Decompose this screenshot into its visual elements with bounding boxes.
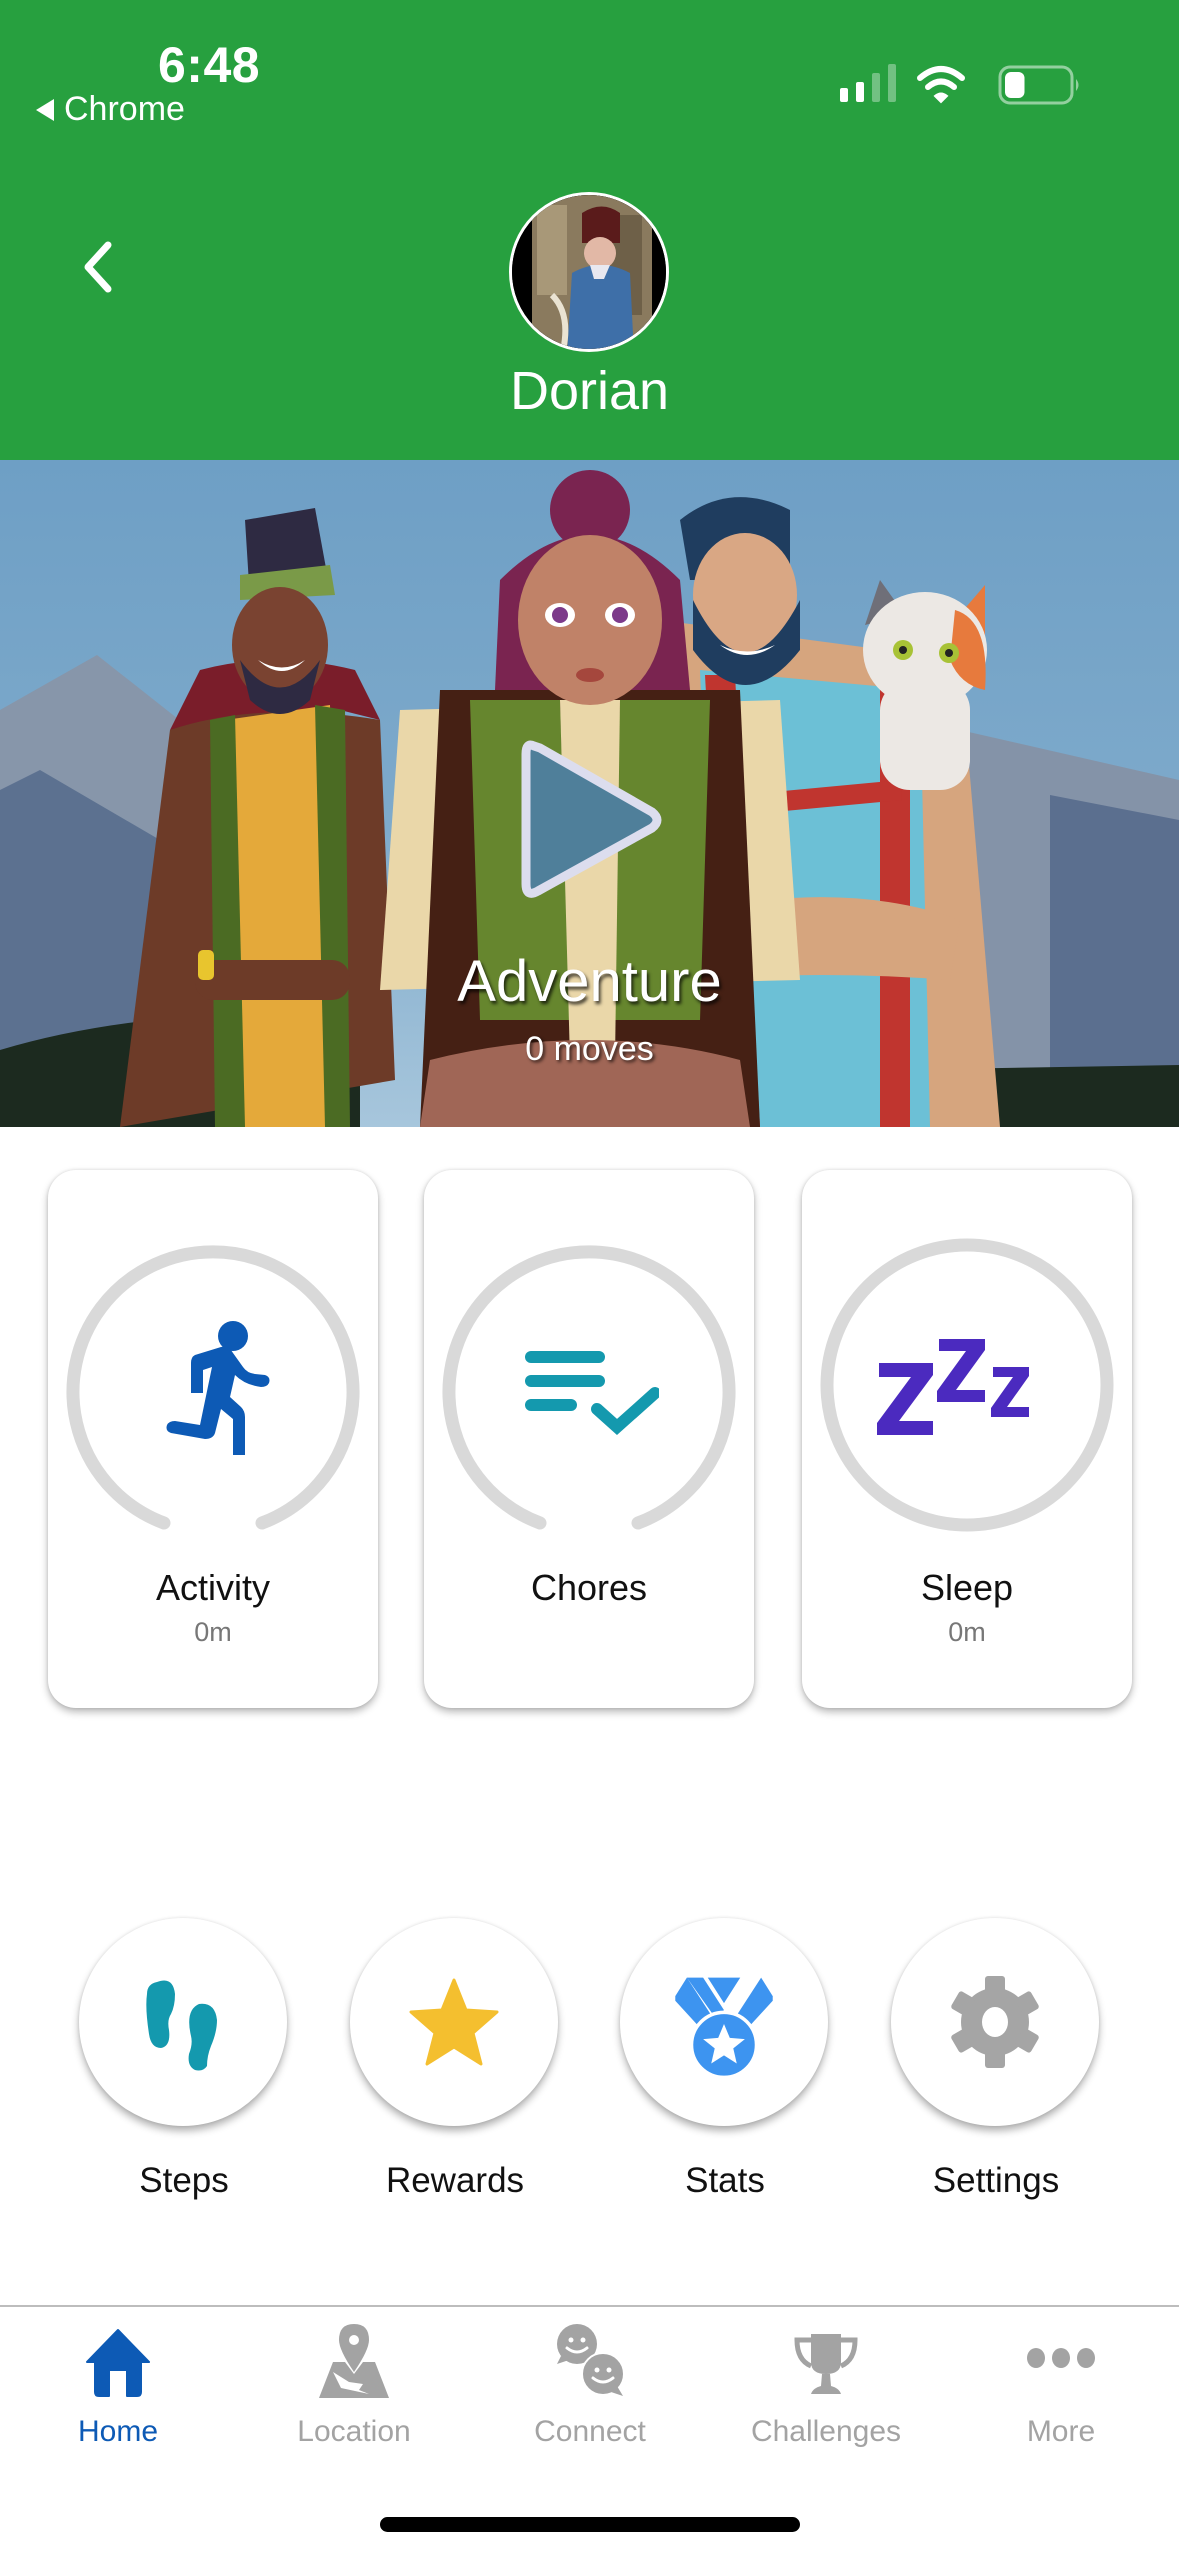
chores-card[interactable]: Chores [424, 1170, 754, 1708]
avatar[interactable] [509, 192, 669, 352]
activity-value: 0m [194, 1617, 232, 1647]
steps-label: Steps [139, 2161, 229, 2200]
tab-more[interactable]: More [943, 2312, 1179, 2462]
activity-label: Activity [155, 1567, 270, 1608]
back-app-label: Chrome [64, 90, 185, 128]
running-person-icon [166, 1321, 270, 1455]
tab-home-label: Home [77, 2415, 159, 2448]
back-triangle-icon [36, 98, 54, 121]
avatar-photo [512, 195, 666, 349]
stats-label: Stats [685, 2161, 765, 2200]
tab-connect[interactable]: Connect [472, 2312, 708, 2462]
activity-card[interactable]: Activity 0m [48, 1170, 378, 1708]
tab-location-label: Location [297, 2415, 411, 2448]
rewards-label: Rewards [385, 2161, 525, 2200]
checklist-icon [525, 1351, 659, 1436]
sleep-value: 0m [948, 1617, 986, 1647]
signal-icon [840, 64, 896, 102]
star-icon [409, 1978, 499, 2066]
adventure-title: Adventure [457, 949, 722, 1014]
chat-faces-icon [557, 2324, 625, 2396]
home-indicator[interactable] [380, 2517, 800, 2532]
trophy-icon [794, 2334, 858, 2394]
steps-button[interactable]: Steps [79, 1918, 289, 2208]
zzz-icon [877, 1339, 1029, 1435]
tab-bar-divider [0, 2305, 1179, 2307]
child-name: Dorian [509, 361, 670, 421]
tab-challenges[interactable]: Challenges [708, 2312, 944, 2462]
tab-home[interactable]: Home [0, 2312, 236, 2462]
sleep-card[interactable]: Sleep 0m [802, 1170, 1132, 1708]
tab-connect-label: Connect [534, 2415, 646, 2448]
tab-challenges-label: Challenges [750, 2415, 902, 2448]
wifi-icon [917, 66, 965, 104]
play-icon[interactable] [516, 732, 666, 907]
battery-icon [998, 65, 1079, 105]
status-icons [840, 64, 1079, 105]
home-icon [86, 2329, 150, 2397]
settings-button[interactable]: Settings [891, 1918, 1101, 2208]
gear-icon [951, 1976, 1039, 2068]
back-chevron-icon[interactable] [70, 230, 130, 305]
status-time: 6:48 [158, 37, 261, 93]
footprints-icon [146, 1980, 217, 2071]
back-to-app-link[interactable]: Chrome [36, 90, 185, 129]
stats-button[interactable]: Stats [620, 1918, 830, 2208]
rewards-button[interactable]: Rewards [350, 1918, 560, 2208]
settings-label: Settings [932, 2161, 1060, 2200]
medal-icon [675, 1977, 773, 2080]
sleep-label: Sleep [920, 1567, 1014, 1608]
chores-label: Chores [530, 1567, 648, 1608]
more-dots-icon [1027, 2348, 1095, 2368]
tab-more-label: More [1026, 2415, 1096, 2448]
map-pin-icon [319, 2324, 389, 2398]
tab-location[interactable]: Location [236, 2312, 472, 2462]
adventure-moves: 0 moves [525, 1030, 654, 1068]
cat [863, 580, 987, 790]
